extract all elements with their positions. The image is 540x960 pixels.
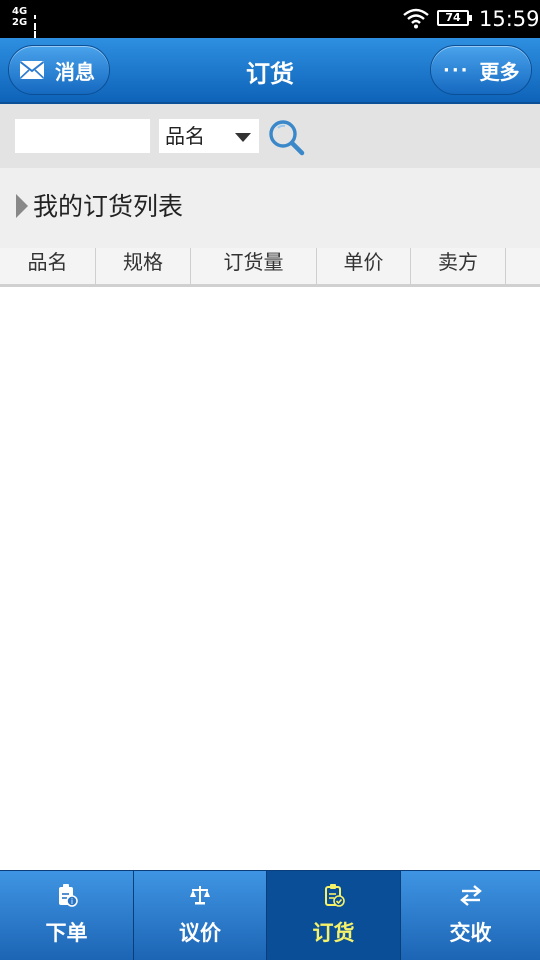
section-title: 我的订货列表: [33, 192, 184, 221]
status-bar: 4G 2G 74 15:59: [0, 0, 540, 54]
order-clipboard-icon: i: [58, 884, 78, 907]
booking-clipboard-icon: [324, 884, 345, 907]
dropdown-arrow-icon: [235, 133, 251, 142]
column-header-seller: 卖方: [411, 248, 506, 284]
swap-arrows-icon: [459, 885, 482, 906]
search-field-select-value: 品名: [165, 124, 205, 148]
more-button-label: 更多: [479, 59, 520, 84]
wifi-icon: [403, 8, 429, 29]
search-bar: 品名: [0, 104, 540, 168]
search-input[interactable]: [15, 119, 150, 153]
tab-place-order[interactable]: i 下单: [0, 871, 134, 960]
table-header: 品名 规格 订货量 单价 卖方: [0, 248, 540, 287]
search-icon[interactable]: [267, 118, 305, 156]
expand-arrow-icon: [16, 194, 28, 218]
column-header-unit-price: 单价: [317, 248, 411, 284]
app-header: 消息 订货 ··· 更多: [0, 38, 540, 104]
signal-indicator: 4G 2G: [12, 6, 36, 54]
search-field-select[interactable]: 品名: [159, 119, 259, 153]
battery-icon: 74: [437, 10, 472, 26]
svg-text:i: i: [70, 897, 72, 906]
column-header-extra: [506, 248, 540, 284]
more-dots-icon: ···: [443, 59, 470, 81]
balance-scale-icon: [190, 886, 210, 905]
bottom-tab-bar: i 下单 议价 订货 交收: [0, 870, 540, 960]
column-header-spec: 规格: [96, 248, 191, 284]
battery-level: 74: [445, 11, 461, 24]
tab-booking[interactable]: 订货: [267, 871, 401, 960]
order-list-section[interactable]: 我的订货列表: [0, 168, 540, 248]
tab-label: 订货: [312, 921, 355, 945]
tab-label: 下单: [45, 921, 88, 945]
clock: 15:59: [479, 7, 540, 31]
more-button[interactable]: ··· 更多: [430, 45, 532, 95]
column-header-quantity: 订货量: [191, 248, 317, 284]
tab-label: 交收: [449, 921, 492, 945]
tab-label: 议价: [179, 921, 221, 945]
tab-negotiate[interactable]: 议价: [134, 871, 267, 960]
order-list-body: [0, 287, 540, 870]
tab-delivery[interactable]: 交收: [401, 871, 540, 960]
column-header-product: 品名: [0, 248, 96, 284]
network-type: 4G 2G: [12, 6, 28, 28]
